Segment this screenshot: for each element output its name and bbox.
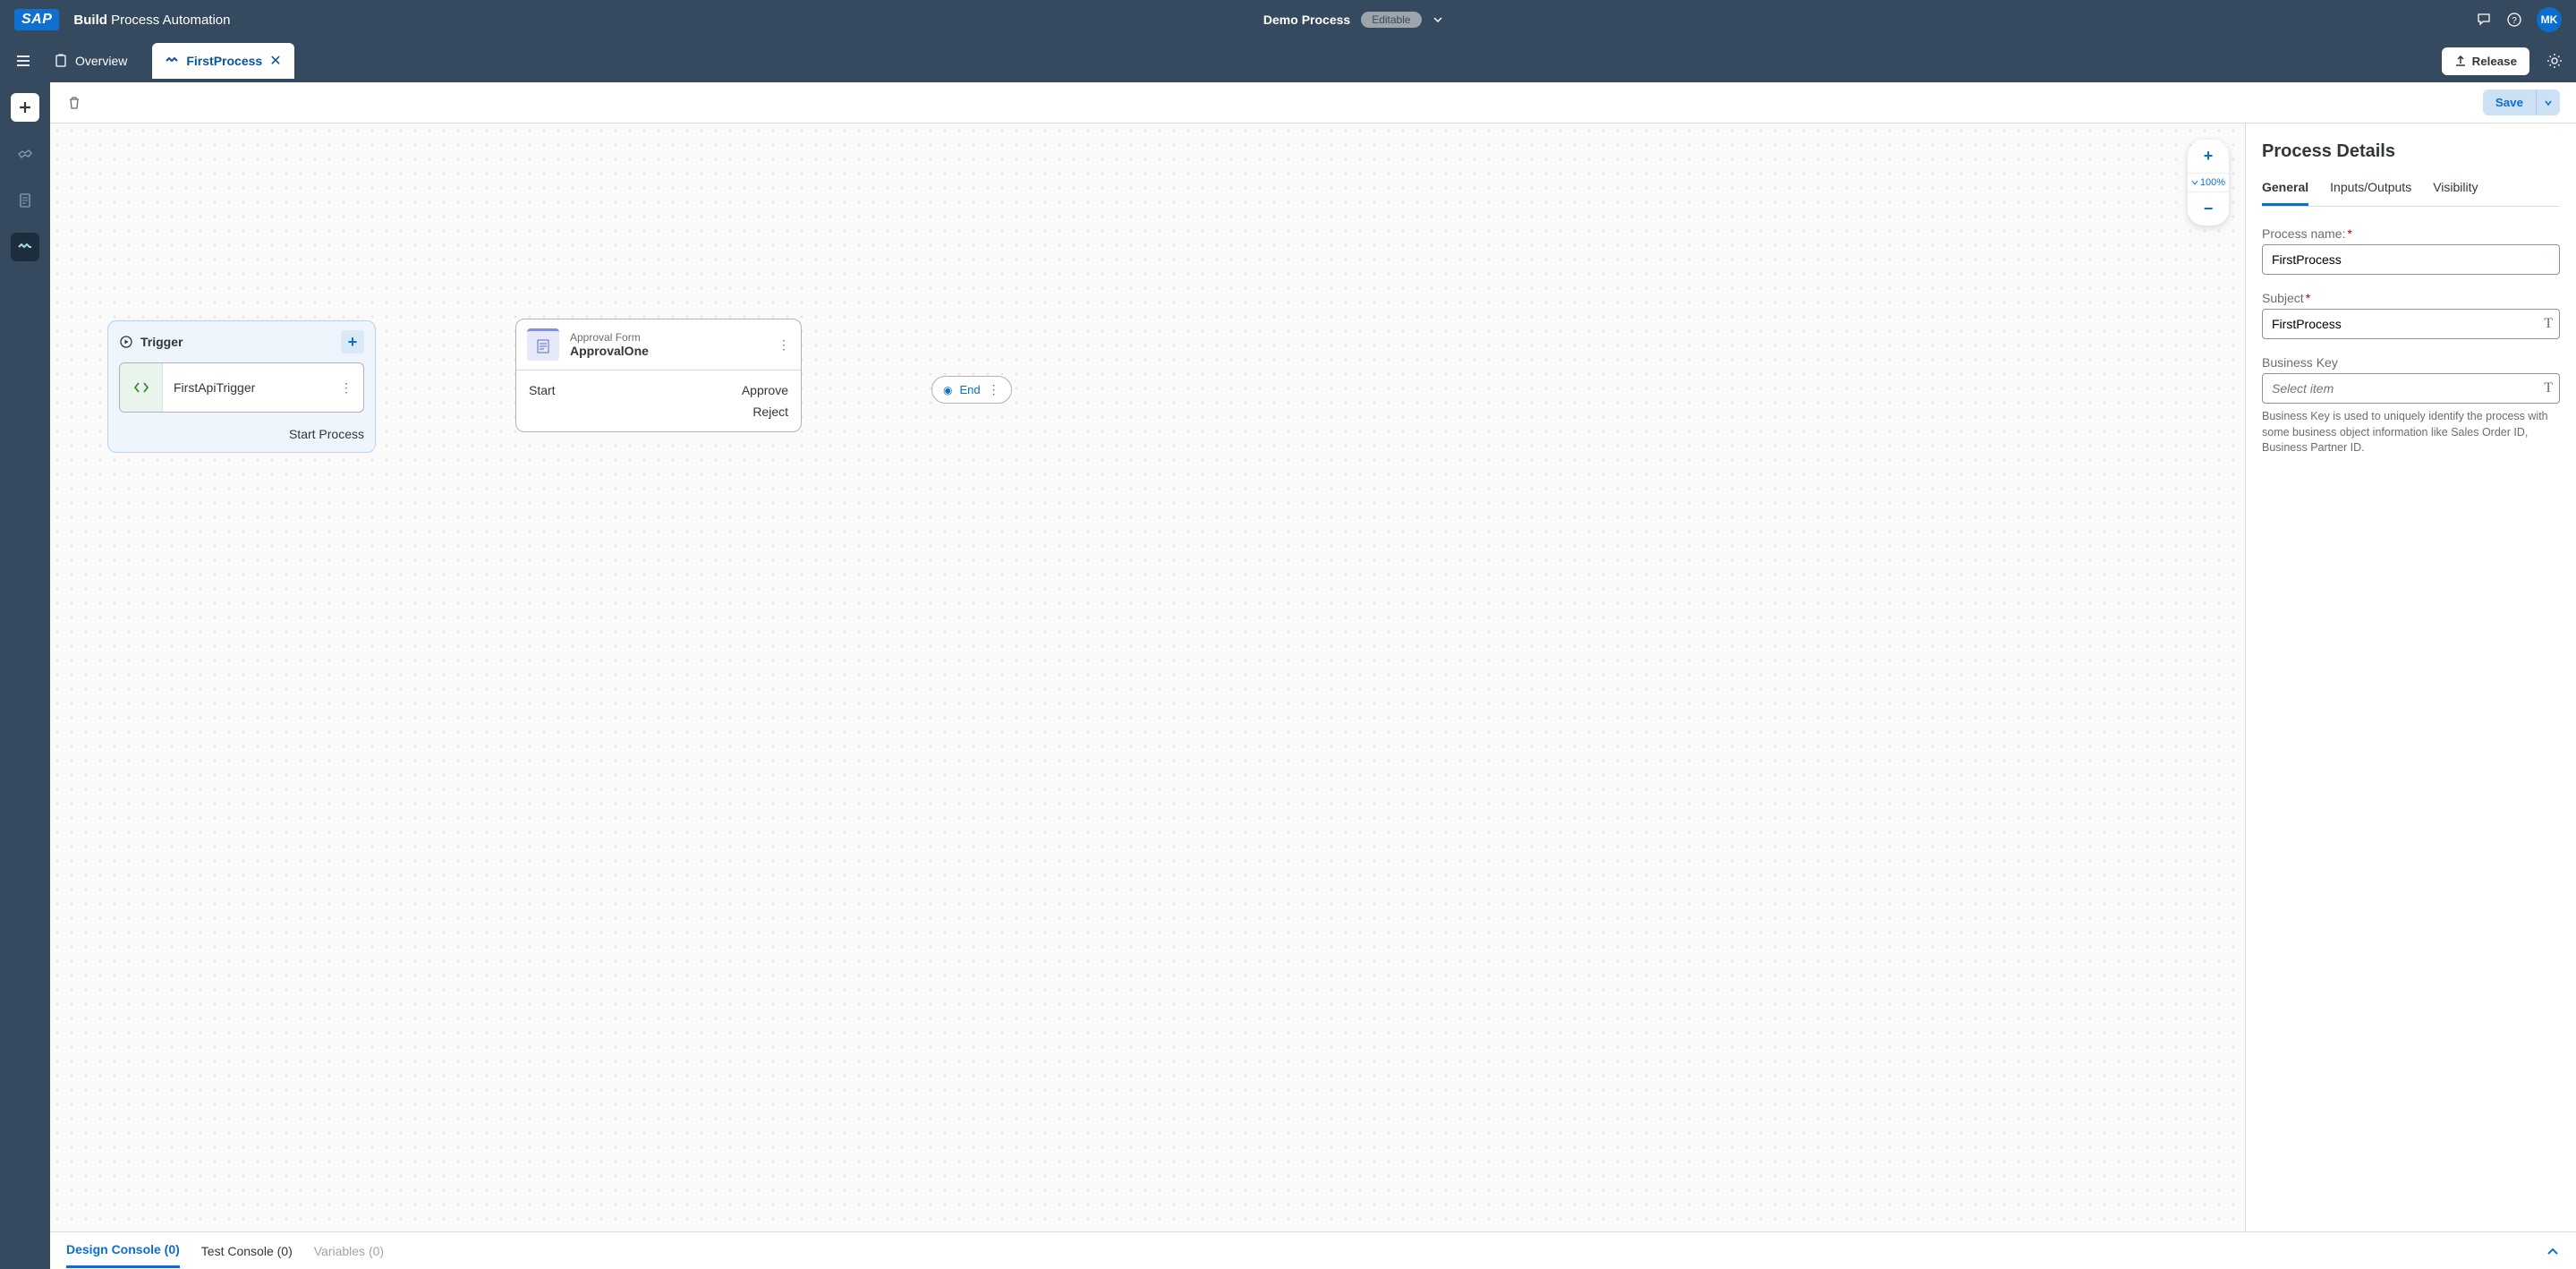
end-menu[interactable]: ⋮: [988, 382, 1000, 397]
details-tabs: General Inputs/Outputs Visibility: [2262, 180, 2560, 207]
tab-firstprocess[interactable]: FirstProcess ✕: [152, 43, 293, 79]
save-group: Save: [2483, 89, 2560, 115]
text-icon[interactable]: T: [2544, 316, 2553, 332]
field-business-key: Business Key T Business Key is used to u…: [2262, 355, 2560, 456]
process-name-label: Process name:: [2262, 226, 2345, 241]
left-sidebar: [0, 82, 50, 1269]
approval-reject-port: Reject: [752, 405, 788, 419]
approval-body: Start Approve Reject: [516, 370, 801, 431]
end-label: End: [959, 383, 980, 396]
toolbar: Save: [50, 82, 2576, 123]
sidebar-handshake-icon[interactable]: [11, 140, 39, 168]
field-subject: Subject* T: [2262, 291, 2560, 339]
tab-overview[interactable]: Overview: [39, 47, 141, 75]
approval-type-label: Approval Form: [570, 331, 649, 344]
tab-inputs-outputs[interactable]: Inputs/Outputs: [2330, 180, 2411, 206]
play-icon: [119, 335, 133, 349]
subject-label: Subject: [2262, 291, 2304, 305]
tab-overview-label: Overview: [75, 54, 127, 68]
zoom-out-button[interactable]: −: [2188, 192, 2229, 226]
end-node[interactable]: ◉ End ⋮: [931, 376, 1012, 404]
start-process-label: Start Process: [119, 427, 364, 441]
business-key-help: Business Key is used to uniquely identif…: [2262, 409, 2560, 456]
chevron-up-icon[interactable]: [2546, 1244, 2560, 1258]
sidebar-document-icon[interactable]: [11, 186, 39, 215]
details-panel: Process Details General Inputs/Outputs V…: [2245, 123, 2576, 1231]
svg-text:?: ?: [2512, 16, 2517, 26]
connectors: + + +: [50, 123, 319, 258]
help-icon[interactable]: ?: [2506, 12, 2522, 28]
main-layout: Save + +: [0, 82, 2576, 1269]
trigger-item-menu[interactable]: ⋮: [329, 380, 363, 396]
header-right: ? MK: [2476, 7, 2562, 32]
zoom-in-button[interactable]: +: [2188, 140, 2229, 173]
app-header: SAP Build Process Automation Demo Proces…: [0, 0, 2576, 39]
approval-header: Approval Form ApprovalOne ⋮: [516, 319, 801, 370]
tabbar-right: Release: [2442, 47, 2569, 75]
business-key-input[interactable]: [2262, 373, 2560, 404]
trigger-header: Trigger +: [119, 330, 364, 353]
trigger-node[interactable]: Trigger + FirstApiTrigger ⋮ Start Proces…: [107, 320, 376, 453]
chat-icon[interactable]: [2476, 12, 2492, 28]
close-icon[interactable]: ✕: [269, 52, 281, 70]
menu-icon[interactable]: [7, 45, 39, 77]
approval-start-port: Start: [529, 383, 556, 397]
content-area: Save + +: [50, 82, 2576, 1269]
tab-variables[interactable]: Variables (0): [314, 1235, 384, 1267]
end-icon: ◉: [943, 384, 952, 396]
text-icon[interactable]: T: [2544, 380, 2553, 396]
approval-approve-port: Approve: [742, 383, 788, 397]
form-icon: [527, 328, 559, 361]
header-center: Demo Process Editable: [1263, 12, 1443, 28]
release-label: Release: [2472, 55, 2517, 68]
tab-firstprocess-label: FirstProcess: [186, 54, 262, 68]
gear-icon[interactable]: [2540, 47, 2569, 75]
process-name-input[interactable]: [2262, 244, 2560, 275]
zoom-value[interactable]: 100%: [2188, 173, 2229, 192]
trash-icon[interactable]: [66, 95, 82, 111]
add-trigger-button[interactable]: +: [341, 330, 364, 353]
sidebar-process-icon[interactable]: [11, 233, 39, 261]
approval-menu[interactable]: ⋮: [778, 337, 790, 353]
field-process-name: Process name:*: [2262, 226, 2560, 275]
business-key-label: Business Key: [2262, 355, 2560, 370]
save-dropdown-button[interactable]: [2536, 89, 2560, 115]
approval-node[interactable]: Approval Form ApprovalOne ⋮ Start Approv…: [515, 319, 802, 432]
tab-general[interactable]: General: [2262, 180, 2308, 206]
tab-visibility[interactable]: Visibility: [2433, 180, 2478, 206]
app-title: Build Process Automation: [73, 13, 230, 28]
zoom-control: + 100% −: [2188, 140, 2229, 226]
canvas[interactable]: + + + + 100% −: [50, 123, 2245, 1231]
trigger-item[interactable]: FirstApiTrigger ⋮: [119, 362, 364, 413]
tab-bar: Overview FirstProcess ✕ Release: [0, 39, 2576, 82]
tab-test-console[interactable]: Test Console (0): [201, 1235, 293, 1267]
sap-logo: SAP: [14, 9, 59, 30]
canvas-wrap: + + + + 100% −: [50, 123, 2576, 1231]
chevron-down-icon[interactable]: [1433, 14, 1443, 25]
process-title: Demo Process: [1263, 13, 1350, 27]
release-button[interactable]: Release: [2442, 47, 2529, 75]
sidebar-add-button[interactable]: [11, 93, 39, 122]
approval-name: ApprovalOne: [570, 344, 649, 358]
avatar[interactable]: MK: [2537, 7, 2562, 32]
editable-badge: Editable: [1361, 12, 1421, 28]
tab-design-console[interactable]: Design Console (0): [66, 1233, 180, 1268]
details-title: Process Details: [2262, 141, 2560, 162]
subject-input[interactable]: [2262, 309, 2560, 339]
trigger-item-name: FirstApiTrigger: [163, 380, 329, 395]
trigger-title: Trigger: [140, 335, 183, 349]
bottom-tabs: Design Console (0) Test Console (0) Vari…: [50, 1231, 2576, 1269]
save-button[interactable]: Save: [2483, 89, 2536, 115]
api-trigger-icon: [120, 363, 163, 412]
